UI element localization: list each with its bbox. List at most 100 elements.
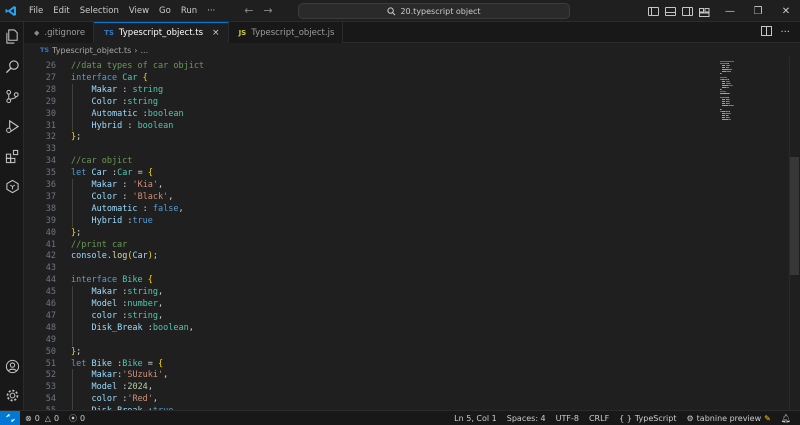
- code-token: 'Kia': [132, 180, 159, 190]
- code-line[interactable]: 51 let Bike :Bike = {: [24, 358, 714, 370]
- tabnine-status[interactable]: ⚙ tabnine preview ✎: [681, 414, 775, 423]
- minimap[interactable]: [718, 57, 788, 410]
- encoding[interactable]: UTF-8: [551, 414, 584, 423]
- code-token: Model: [91, 382, 123, 393]
- code-line[interactable]: 33: [24, 143, 714, 155]
- code-line[interactable]: 32};: [24, 131, 714, 143]
- tab-typescript-object-ts[interactable]: TS Typescript_object.ts ×: [94, 22, 229, 43]
- settings-gear-icon[interactable]: [4, 387, 20, 403]
- code-line[interactable]: 50};: [24, 346, 714, 358]
- explorer-icon[interactable]: [4, 28, 20, 44]
- line-number: 34: [45, 156, 56, 167]
- code-line[interactable]: 43: [24, 262, 714, 274]
- code-line[interactable]: 45 Makar :string,: [24, 286, 714, 298]
- close-tab-icon[interactable]: ×: [212, 28, 220, 38]
- breadcrumb-symbols[interactable]: ...: [141, 46, 149, 55]
- vertical-scrollbar[interactable]: [790, 157, 799, 275]
- code-line[interactable]: 48 Disk_Break :boolean,: [24, 322, 714, 334]
- breadcrumb-file[interactable]: Typescript_object.ts: [52, 46, 131, 55]
- menu-file[interactable]: File: [24, 0, 48, 22]
- code-line[interactable]: 54 color :'Red',: [24, 393, 714, 405]
- tabnine-pen-icon: ✎: [764, 413, 771, 423]
- language-label: TypeScript: [634, 413, 677, 423]
- code-line[interactable]: 36 Makar : 'Kia',: [24, 179, 714, 191]
- command-center-search[interactable]: 20.typescript object: [298, 3, 570, 19]
- menu-edit[interactable]: Edit: [48, 0, 74, 22]
- problems-indicator[interactable]: ⊗ 0 △ 0: [20, 414, 64, 423]
- code-token: color: [91, 394, 123, 405]
- code-token: Automatic: [91, 203, 143, 214]
- search-view-icon[interactable]: [4, 58, 20, 74]
- code-line[interactable]: 30 Automatic :boolean: [24, 108, 714, 120]
- code-line[interactable]: 47 color :string,: [24, 310, 714, 322]
- code-line[interactable]: 46 Model :number,: [24, 298, 714, 310]
- code-token: ,: [158, 287, 164, 298]
- arrow-back-icon[interactable]: ←: [244, 4, 253, 17]
- code-line[interactable]: 31 Hybrid : boolean: [24, 120, 714, 132]
- account-icon[interactable]: [4, 358, 20, 374]
- code-token: ;: [76, 227, 82, 238]
- tab-gitignore[interactable]: ◆ .gitignore: [24, 22, 95, 43]
- run-debug-icon[interactable]: [4, 118, 20, 134]
- code-line[interactable]: 28 Makar : string: [24, 84, 714, 96]
- toggle-primary-sidebar-icon[interactable]: [648, 6, 659, 16]
- ports-indicator[interactable]: ⦿ 0: [64, 413, 90, 424]
- typescript-file-icon: TS: [40, 46, 50, 54]
- line-number: 53: [45, 382, 56, 393]
- minimap-stripe: [728, 69, 733, 70]
- code-text: Disk_Break :boolean,: [71, 322, 193, 334]
- menu-selection[interactable]: Selection: [75, 0, 124, 22]
- activity-bar: [0, 22, 24, 410]
- cursor-position[interactable]: Ln 5, Col 1: [449, 414, 502, 423]
- code-line[interactable]: 37 Color : 'Black',: [24, 191, 714, 203]
- restore-icon[interactable]: ❐: [744, 0, 772, 22]
- close-window-icon[interactable]: ✕: [772, 0, 800, 22]
- code-token: :: [142, 203, 153, 214]
- code-token: {: [142, 72, 148, 83]
- menu-more[interactable]: ···: [202, 0, 220, 22]
- code-line[interactable]: 52 Makar:'SUzuki',: [24, 369, 714, 381]
- menu-view[interactable]: View: [124, 0, 154, 22]
- code-line[interactable]: 40};: [24, 227, 714, 239]
- code-token: //car objict: [71, 156, 133, 167]
- code-line[interactable]: 34 //car objict: [24, 155, 714, 167]
- code-line[interactable]: 27 interface Car {: [24, 72, 714, 84]
- menu-run[interactable]: Run: [176, 0, 202, 22]
- code-text: //data types of car objict: [71, 60, 204, 72]
- line-number: 44: [45, 275, 56, 286]
- language-mode[interactable]: { } TypeScript: [614, 414, 681, 423]
- toggle-panel-icon[interactable]: [665, 6, 676, 16]
- remote-explorer-icon[interactable]: [4, 178, 20, 194]
- line-number: 40: [45, 227, 56, 238]
- tab-typescript-object-js[interactable]: JS Typescript_object.js: [228, 22, 344, 43]
- menu-go[interactable]: Go: [154, 0, 176, 22]
- code-line[interactable]: 38 Automatic : false,: [24, 203, 714, 215]
- arrow-forward-icon[interactable]: →: [263, 4, 272, 17]
- source-control-icon[interactable]: [4, 88, 20, 104]
- notifications-bell-icon[interactable]: 🔔︎: [776, 414, 796, 423]
- extensions-icon[interactable]: [4, 148, 20, 164]
- split-editor-icon[interactable]: [761, 26, 773, 39]
- indent-guide: [72, 369, 73, 410]
- code-line[interactable]: 49: [24, 334, 714, 346]
- more-actions-icon[interactable]: ···: [780, 27, 790, 38]
- code-line[interactable]: 39 Hybrid :true: [24, 215, 714, 227]
- code-editor[interactable]: 26 //data types of car objict 27 interface …: [24, 57, 800, 410]
- code-line[interactable]: 44 interface Bike {: [24, 274, 714, 286]
- code-line[interactable]: 26 //data types of car objict: [24, 60, 714, 72]
- code-token: {: [147, 275, 153, 286]
- end-of-line[interactable]: CRLF: [584, 414, 614, 423]
- code-token: ,: [163, 370, 169, 381]
- line-number: 37: [45, 191, 56, 202]
- indentation[interactable]: Spaces: 4: [502, 414, 551, 423]
- code-line[interactable]: 29 Color :string: [24, 96, 714, 108]
- code-line[interactable]: 53 Model :2024,: [24, 381, 714, 393]
- customize-layout-icon[interactable]: [699, 7, 710, 17]
- code-line[interactable]: 41 //print car: [24, 239, 714, 251]
- remote-indicator-icon[interactable]: [0, 410, 20, 425]
- minimize-icon[interactable]: —: [716, 0, 744, 22]
- code-line[interactable]: 42 console.log(Car);: [24, 250, 714, 262]
- code-line[interactable]: 35 let Car :Car = {: [24, 167, 714, 179]
- toggle-secondary-sidebar-icon[interactable]: [682, 6, 693, 16]
